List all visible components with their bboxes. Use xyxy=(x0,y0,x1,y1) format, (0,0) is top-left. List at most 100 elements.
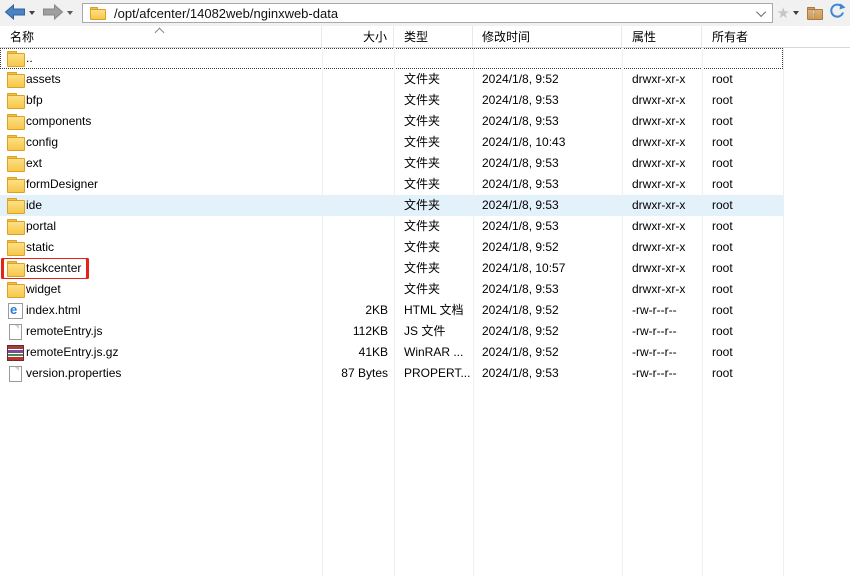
table-row[interactable]: ext 文件夹 2024/1/8, 9:53 drwxr-xr-x root xyxy=(0,153,783,174)
address-bar[interactable]: /opt/afcenter/14082web/nginxweb-data xyxy=(82,3,773,23)
column-header-size[interactable]: 大小 xyxy=(322,26,394,47)
table-row[interactable]: formDesigner 文件夹 2024/1/8, 9:53 drwxr-xr… xyxy=(0,174,783,195)
file-size xyxy=(322,237,394,258)
file-type: 文件夹 xyxy=(394,90,473,111)
file-name-wrap: portal xyxy=(6,216,56,237)
file-attrs: drwxr-xr-x xyxy=(622,279,702,300)
forward-history-dropdown[interactable] xyxy=(64,2,76,24)
file-type: WinRAR ... xyxy=(394,342,473,363)
file-attrs: -rw-r--r-- xyxy=(622,342,702,363)
back-history-dropdown[interactable] xyxy=(26,2,38,24)
table-row[interactable]: version.properties 87 Bytes PROPERT... 2… xyxy=(0,363,783,384)
file-type: JS 文件 xyxy=(394,321,473,342)
forward-arrow-icon xyxy=(42,4,64,23)
file-name: remoteEntry.js xyxy=(26,321,102,342)
file-owner: root xyxy=(702,69,783,90)
file-owner: root xyxy=(702,237,783,258)
file-attrs: drwxr-xr-x xyxy=(622,174,702,195)
file-type: 文件夹 xyxy=(394,279,473,300)
file-name: remoteEntry.js.gz xyxy=(26,342,118,363)
file-name-cell: taskcenter xyxy=(0,258,322,279)
table-row[interactable]: ide 文件夹 2024/1/8, 9:53 drwxr-xr-x root xyxy=(0,195,783,216)
column-header-attrs[interactable]: 属性 xyxy=(622,26,702,47)
back-button[interactable] xyxy=(4,2,26,24)
file-modified: 2024/1/8, 9:53 xyxy=(473,279,622,300)
file-name-wrap: version.properties xyxy=(6,363,121,384)
file-name-cell: ide xyxy=(0,195,322,216)
current-folder-icon xyxy=(89,6,107,21)
file-size xyxy=(322,195,394,216)
table-row[interactable]: index.html 2KB HTML 文档 2024/1/8, 9:52 -r… xyxy=(0,300,783,321)
table-row[interactable]: static 文件夹 2024/1/8, 9:52 drwxr-xr-x roo… xyxy=(0,237,783,258)
column-header-type[interactable]: 类型 xyxy=(394,26,473,47)
file-size xyxy=(322,48,394,69)
file-modified: 2024/1/8, 10:43 xyxy=(473,132,622,153)
dropdown-triangle-icon xyxy=(29,11,35,15)
column-header-modified[interactable]: 修改时间 xyxy=(473,26,622,47)
file-name-wrap: assets xyxy=(6,69,61,90)
file-name-cell: remoteEntry.js xyxy=(0,321,322,342)
file-name-wrap: remoteEntry.js xyxy=(6,321,102,342)
file-size xyxy=(322,111,394,132)
file-size xyxy=(322,153,394,174)
file-owner: root xyxy=(702,363,783,384)
table-row[interactable]: components 文件夹 2024/1/8, 9:53 drwxr-xr-x… xyxy=(0,111,783,132)
folder-icon xyxy=(6,71,24,88)
table-row[interactable]: assets 文件夹 2024/1/8, 9:52 drwxr-xr-x roo… xyxy=(0,69,783,90)
file-name: ide xyxy=(26,195,42,216)
file-type: 文件夹 xyxy=(394,69,473,90)
html-icon xyxy=(6,302,24,319)
file-name-wrap: config xyxy=(6,132,58,153)
file-attrs xyxy=(622,48,702,69)
current-path: /opt/afcenter/14082web/nginxweb-data xyxy=(114,6,338,21)
table-row[interactable]: bfp 文件夹 2024/1/8, 9:53 drwxr-xr-x root xyxy=(0,90,783,111)
forward-button[interactable] xyxy=(42,2,64,24)
file-owner: root xyxy=(702,195,783,216)
file-type: 文件夹 xyxy=(394,237,473,258)
table-row[interactable]: widget 文件夹 2024/1/8, 9:53 drwxr-xr-x roo… xyxy=(0,279,783,300)
parent-directory-button[interactable]: ↑ xyxy=(806,2,824,24)
file-icon xyxy=(6,365,24,382)
column-header-row: 名称 大小 类型 修改时间 属性 所有者 xyxy=(0,26,850,48)
bookmark-dropdown[interactable] xyxy=(790,2,802,24)
file-attrs: drwxr-xr-x xyxy=(622,132,702,153)
file-name-cell: portal xyxy=(0,216,322,237)
file-name: assets xyxy=(26,69,61,90)
file-name: formDesigner xyxy=(26,174,98,195)
file-modified: 2024/1/8, 9:53 xyxy=(473,363,622,384)
refresh-button[interactable] xyxy=(828,2,846,24)
folder-up-icon: ↑ xyxy=(806,6,824,21)
file-modified: 2024/1/8, 9:53 xyxy=(473,90,622,111)
table-row[interactable]: remoteEntry.js.gz 41KB WinRAR ... 2024/1… xyxy=(0,342,783,363)
file-type: 文件夹 xyxy=(394,153,473,174)
table-row[interactable]: portal 文件夹 2024/1/8, 9:53 drwxr-xr-x roo… xyxy=(0,216,783,237)
dropdown-triangle-icon xyxy=(67,11,73,15)
file-size xyxy=(322,279,394,300)
file-name: static xyxy=(26,237,54,258)
folder-icon xyxy=(6,239,24,256)
chevron-down-icon[interactable] xyxy=(756,7,766,17)
column-header-owner[interactable]: 所有者 xyxy=(702,26,783,47)
table-row[interactable]: .. xyxy=(0,48,783,69)
table-row[interactable]: config 文件夹 2024/1/8, 10:43 drwxr-xr-x ro… xyxy=(0,132,783,153)
file-modified: 2024/1/8, 10:57 xyxy=(473,258,622,279)
file-owner: root xyxy=(702,111,783,132)
file-modified: 2024/1/8, 9:52 xyxy=(473,237,622,258)
bookmark-button[interactable]: ★ xyxy=(777,2,790,24)
file-attrs: drwxr-xr-x xyxy=(622,216,702,237)
file-attrs: -rw-r--r-- xyxy=(622,363,702,384)
file-owner: root xyxy=(702,258,783,279)
file-size xyxy=(322,174,394,195)
file-name-cell: bfp xyxy=(0,90,322,111)
file-name-cell: version.properties xyxy=(0,363,322,384)
file-modified: 2024/1/8, 9:53 xyxy=(473,174,622,195)
table-row[interactable]: remoteEntry.js 112KB JS 文件 2024/1/8, 9:5… xyxy=(0,321,783,342)
table-row[interactable]: taskcenter 文件夹 2024/1/8, 10:57 drwxr-xr-… xyxy=(0,258,783,279)
folder-icon xyxy=(6,113,24,130)
file-owner: root xyxy=(702,279,783,300)
file-modified: 2024/1/8, 9:52 xyxy=(473,300,622,321)
file-attrs: drwxr-xr-x xyxy=(622,258,702,279)
file-name-wrap: ide xyxy=(6,195,42,216)
file-size: 112KB xyxy=(322,321,394,342)
file-type: 文件夹 xyxy=(394,258,473,279)
